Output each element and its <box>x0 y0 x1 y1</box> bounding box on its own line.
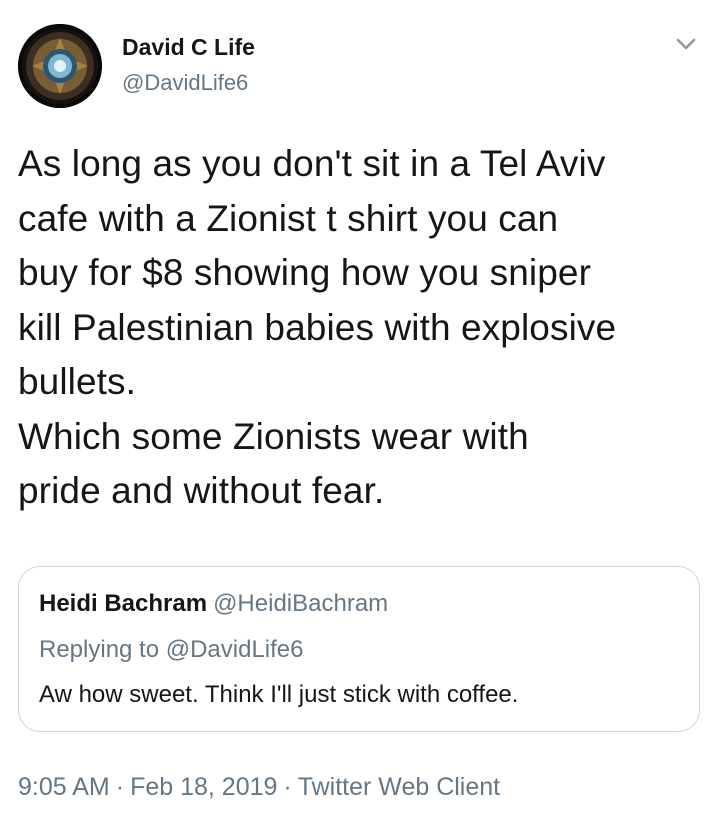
tweet-metadata: 9:05 AM · Feb 18, 2019 · Twitter Web Client <box>18 773 500 802</box>
chevron-down-icon[interactable] <box>672 32 700 56</box>
tweet-text: As long as you don't sit in a Tel Aviv c… <box>18 143 617 511</box>
quoted-tweet-header: Heidi Bachram @HeidiBachram <box>39 590 388 618</box>
tweet-time[interactable]: 9:05 AM <box>18 773 110 801</box>
quoted-author-name: Heidi Bachram <box>39 590 208 617</box>
quoted-tweet[interactable]: Heidi Bachram @HeidiBachram Replying to @… <box>18 566 700 732</box>
tweet-date[interactable]: Feb 18, 2019 <box>130 773 277 801</box>
avatar-image <box>18 24 102 108</box>
tweet-client[interactable]: Twitter Web Client <box>298 773 500 801</box>
meta-separator: · <box>283 773 292 801</box>
quoted-tweet-text: Aw how sweet. Think I'll just stick with… <box>39 681 519 708</box>
meta-separator: · <box>115 773 125 801</box>
author-handle[interactable]: @DavidLife6 <box>122 70 248 96</box>
author-name[interactable]: David C Life <box>122 34 255 61</box>
quoted-replying-to: Replying to @DavidLife6 <box>39 636 304 663</box>
tweet-card: David C Life @DavidLife6 As long as you … <box>0 0 720 819</box>
avatar[interactable] <box>18 24 102 108</box>
quoted-author-handle: @HeidiBachram <box>213 590 389 617</box>
